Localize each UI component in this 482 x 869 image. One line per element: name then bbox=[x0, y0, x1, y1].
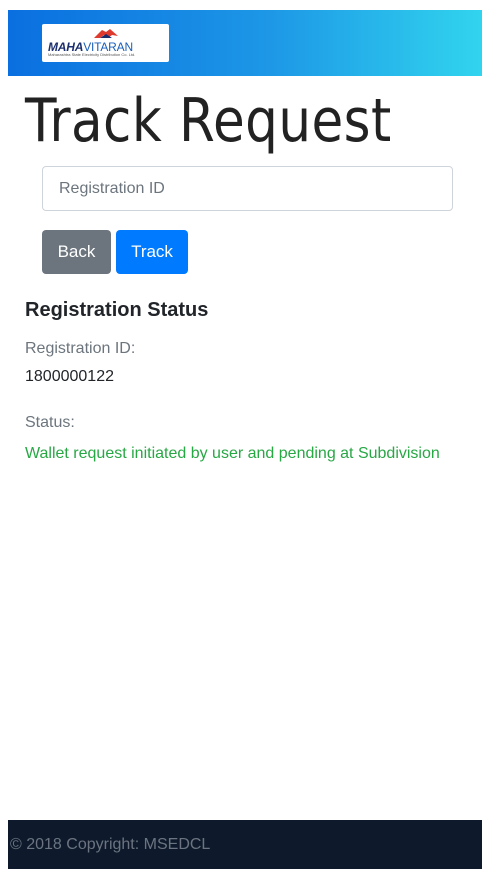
logo-tagline: Maharashtra State Electricity Distributi… bbox=[48, 53, 136, 57]
left-edge bbox=[0, 0, 8, 869]
logo-wordmark: MAHAVITARAN bbox=[48, 40, 133, 54]
footer-bar: © 2018 Copyright: MSEDCL bbox=[8, 820, 482, 869]
registration-status-heading: Registration Status bbox=[25, 299, 209, 321]
status-label: Status: bbox=[25, 414, 75, 431]
status-value: Wallet request initiated by user and pen… bbox=[25, 445, 440, 462]
registration-id-label: Registration ID: bbox=[25, 340, 136, 357]
registration-id-input[interactable] bbox=[42, 166, 453, 211]
logo-maha: MAHA bbox=[48, 40, 84, 54]
logo-vitaran: VITARAN bbox=[83, 40, 133, 54]
track-button[interactable]: Track bbox=[116, 230, 188, 274]
copyright-text: © 2018 Copyright: MSEDCL bbox=[10, 835, 211, 853]
registration-id-value: 1800000122 bbox=[25, 368, 114, 385]
page-title: Track Request bbox=[25, 86, 392, 156]
mahavitaran-logo[interactable]: MAHAVITARAN Maharashtra State Electricit… bbox=[42, 24, 169, 62]
back-button[interactable]: Back bbox=[42, 230, 111, 274]
app-frame: MAHAVITARAN Maharashtra State Electricit… bbox=[0, 0, 482, 869]
header-bar: MAHAVITARAN Maharashtra State Electricit… bbox=[8, 10, 482, 76]
